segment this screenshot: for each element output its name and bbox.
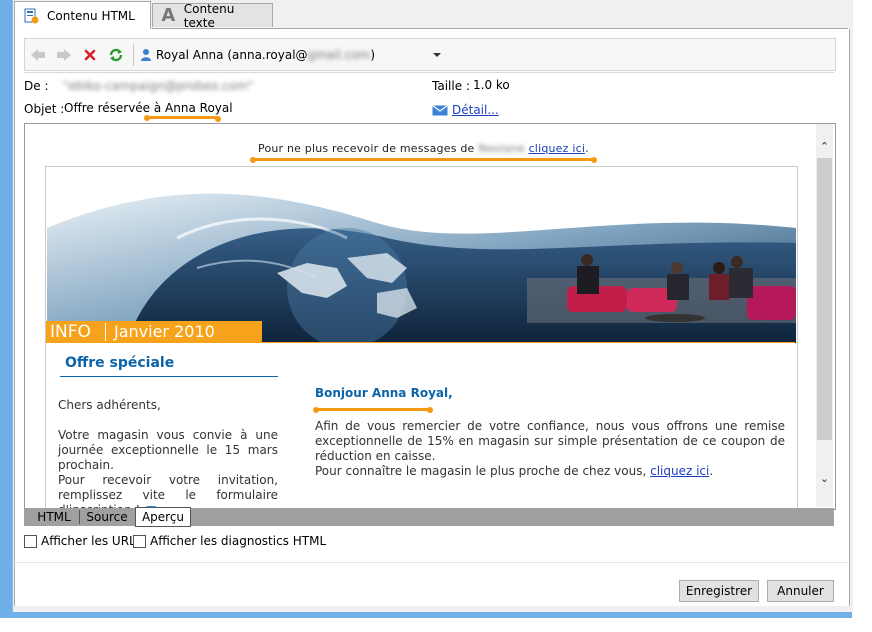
banner-image bbox=[47, 168, 796, 343]
show-diagnostics-label: Afficher les diagnostics HTML bbox=[150, 534, 327, 548]
unsubscribe-end: . bbox=[585, 142, 589, 155]
show-urls-checkbox[interactable] bbox=[24, 534, 37, 548]
show-urls-label: Afficher les URL bbox=[41, 534, 136, 548]
highlight-underline bbox=[147, 116, 219, 119]
html-content-icon bbox=[21, 7, 41, 25]
arrow-right-icon bbox=[57, 48, 71, 61]
recipient-domain-blurred: gmail.com bbox=[307, 47, 371, 62]
save-button[interactable]: Enregistrer bbox=[679, 580, 759, 602]
subject-value: Offre réservée à Anna Royal bbox=[64, 101, 233, 115]
offer-title: Offre spéciale bbox=[65, 355, 175, 371]
store-locator-link[interactable]: cliquez ici bbox=[650, 464, 709, 478]
right-greeting: Bonjour Anna Royal, bbox=[315, 386, 453, 400]
left-column: Chers adhérents, Votre magasin vous conv… bbox=[58, 398, 278, 518]
right-paragraph-end: . bbox=[709, 464, 714, 478]
unsubscribe-text: Pour ne plus recevoir de messages de bbox=[258, 142, 475, 155]
scroll-thumb[interactable] bbox=[817, 158, 832, 440]
unsubscribe-line: Pour ne plus recevoir de messages de Neo… bbox=[258, 142, 589, 155]
highlight-underline bbox=[253, 158, 596, 161]
banner-date: Janvier 2010 bbox=[114, 322, 215, 341]
show-diagnostics-option[interactable]: Afficher les diagnostics HTML bbox=[133, 534, 326, 548]
size-label: Taille : bbox=[432, 79, 470, 93]
delete-button[interactable] bbox=[77, 42, 103, 68]
tab-html-content[interactable]: Contenu HTML bbox=[14, 1, 151, 29]
banner-info-bar: INFO Janvier 2010 bbox=[46, 321, 262, 342]
email-body: INFO Janvier 2010 Offre spéciale Chers a… bbox=[45, 166, 798, 517]
sender-name-blurred: Neolane bbox=[478, 142, 525, 155]
detail-link[interactable]: Détail... bbox=[452, 103, 499, 117]
right-paragraph-2: Pour connaître le magasin le plus proche… bbox=[315, 464, 647, 478]
highlight-dot bbox=[313, 407, 319, 413]
highlight-dot bbox=[250, 157, 256, 163]
cancel-button[interactable]: Annuler bbox=[767, 580, 834, 602]
show-urls-option[interactable]: Afficher les URL bbox=[24, 534, 136, 548]
recipient-name: Royal Anna (anna.royal@ bbox=[156, 47, 308, 62]
footer-divider bbox=[14, 562, 848, 563]
scroll-up-icon[interactable]: ⌃ bbox=[819, 140, 830, 153]
toolbar: Royal Anna (anna.royal@ gmail.com) bbox=[24, 38, 836, 71]
tab-label: Source bbox=[86, 510, 128, 524]
right-column: Afin de vous remercier de votre confianc… bbox=[315, 419, 785, 479]
banner-underline bbox=[46, 342, 795, 343]
left-paragraph-1: Votre magasin vous convie à une journée … bbox=[58, 428, 278, 472]
size-value: 1.0 ko bbox=[473, 78, 510, 92]
right-paragraph-1: Afin de vous remercier de votre confianc… bbox=[315, 419, 785, 463]
tab-label: Contenu HTML bbox=[47, 8, 135, 23]
save-label: Enregistrer bbox=[685, 584, 753, 598]
recipient-suffix: ) bbox=[370, 47, 376, 62]
text-content-icon: A bbox=[161, 5, 176, 26]
user-icon bbox=[141, 49, 151, 61]
cancel-label: Annuler bbox=[777, 584, 824, 598]
from-label: De : bbox=[24, 79, 49, 93]
arrow-left-icon bbox=[31, 48, 45, 61]
refresh-button[interactable] bbox=[103, 42, 129, 68]
toolbar-divider bbox=[24, 72, 834, 73]
toolbar-separator bbox=[133, 43, 134, 66]
tab-label: Aperçu bbox=[141, 510, 185, 524]
tab-label: HTML bbox=[37, 510, 71, 524]
back-button[interactable] bbox=[25, 42, 51, 68]
preview-scrollbar[interactable]: ⌃ ⌄ bbox=[816, 124, 833, 507]
highlight-underline bbox=[316, 408, 430, 411]
offer-title-underline bbox=[60, 376, 278, 377]
tab-source[interactable]: Source bbox=[81, 508, 133, 526]
refresh-icon bbox=[109, 48, 123, 61]
scroll-down-icon[interactable]: ⌄ bbox=[819, 472, 830, 485]
left-greeting: Chers adhérents, bbox=[58, 398, 161, 412]
tab-html[interactable]: HTML bbox=[30, 508, 78, 526]
world-map-banner-icon bbox=[47, 168, 796, 343]
view-mode-tabs: HTML Source Aperçu bbox=[24, 507, 834, 527]
detail-link-row[interactable]: Détail... bbox=[432, 103, 499, 117]
banner-info-label: INFO bbox=[50, 321, 91, 342]
forward-button[interactable] bbox=[51, 42, 77, 68]
tab-text-content[interactable]: A Contenu texte bbox=[152, 1, 273, 30]
tab-separator bbox=[79, 510, 80, 524]
tab-preview[interactable]: Aperçu bbox=[135, 507, 191, 527]
highlight-dot bbox=[591, 157, 597, 163]
subject-label: Objet : bbox=[24, 102, 65, 116]
chevron-down-icon[interactable] bbox=[433, 52, 442, 57]
recipient-selector[interactable]: Royal Anna (anna.royal@ gmail.com) bbox=[140, 47, 442, 62]
unsubscribe-link[interactable]: cliquez ici bbox=[529, 142, 586, 155]
highlight-dot bbox=[215, 116, 221, 122]
from-value: "ebiko-campaign@probeo.com" bbox=[63, 79, 254, 93]
tab-label: Contenu texte bbox=[183, 1, 235, 30]
highlight-dot bbox=[144, 115, 150, 121]
delete-x-icon bbox=[84, 49, 96, 60]
show-diagnostics-checkbox[interactable] bbox=[133, 534, 146, 548]
banner-separator bbox=[105, 322, 106, 341]
highlight-dot bbox=[427, 407, 433, 413]
envelope-icon bbox=[432, 104, 448, 115]
